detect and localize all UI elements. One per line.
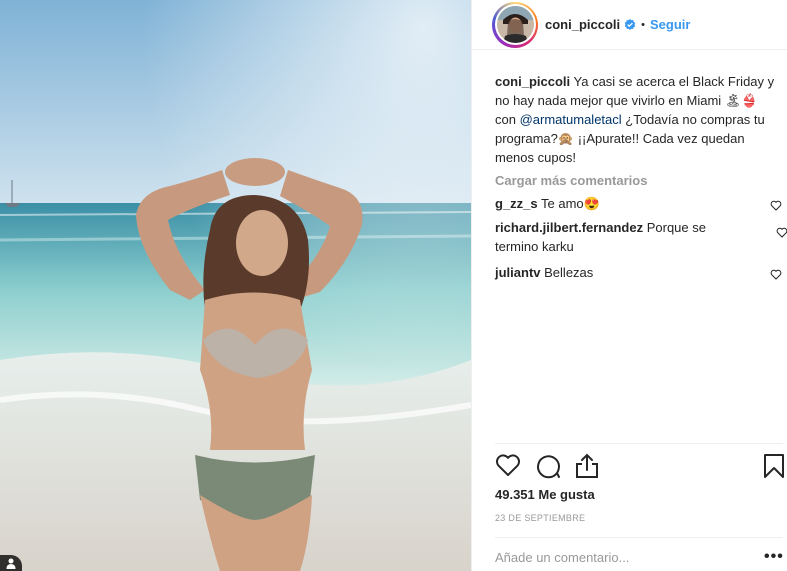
comment-username[interactable]: richard.jilbert.fernandez [495, 220, 643, 235]
comment-like-heart-icon[interactable] [770, 197, 782, 216]
comment-username[interactable]: juliantv [495, 265, 541, 280]
caption-username[interactable]: coni_piccoli [495, 74, 570, 89]
comment-like-heart-icon[interactable] [776, 224, 787, 243]
add-comment-input[interactable] [495, 550, 745, 565]
post-photo[interactable] [0, 0, 471, 571]
like-heart-icon[interactable] [495, 453, 521, 480]
follow-button[interactable]: Seguir [650, 17, 690, 32]
comment-item: juliantv Bellezas [495, 263, 785, 282]
caption-emoji: 🏝👙 [724, 93, 758, 108]
post-caption: coni_piccoli Ya casi se acerca el Black … [495, 72, 780, 167]
divider [495, 443, 783, 444]
caption-emoji: 🙊 [557, 131, 575, 146]
caption-text: con [495, 112, 516, 127]
separator-dot: • [641, 18, 645, 31]
comment-like-heart-icon[interactable] [770, 266, 782, 285]
post-header: coni_piccoli • Seguir [472, 0, 787, 50]
share-icon[interactable] [575, 453, 599, 482]
comment-item: g_zz_s Te amo😍 [495, 194, 785, 213]
likes-count[interactable]: 49.351 Me gusta [495, 487, 595, 502]
post-actions-bar [495, 453, 787, 481]
avatar[interactable] [492, 1, 538, 48]
comments-section: coni_piccoli Ya casi se acerca el Black … [495, 72, 787, 282]
more-options-icon[interactable]: ••• [764, 549, 784, 565]
comment-text: Bellezas [544, 265, 594, 280]
load-more-comments-button[interactable]: Cargar más comentarios [495, 173, 785, 188]
avatar-image [496, 6, 534, 43]
user-tag-icon[interactable] [0, 555, 22, 571]
save-bookmark-icon[interactable] [763, 453, 785, 482]
comment-username[interactable]: g_zz_s [495, 196, 538, 211]
verified-badge-icon [624, 18, 636, 31]
comment-item: richard.jilbert.fernandez Porque se term… [495, 218, 787, 256]
post-date[interactable]: 23 DE SEPTIEMBRE [495, 513, 585, 523]
caption-mention-link[interactable]: @armatumaletacl [520, 112, 622, 127]
post-details-panel: coni_piccoli • Seguir coni_piccoli Ya ca… [471, 0, 787, 571]
comment-text: Te amo😍 [541, 196, 600, 211]
comment-bubble-icon[interactable] [535, 453, 561, 482]
divider [495, 537, 783, 538]
beach-photo-image [0, 0, 471, 571]
header-username[interactable]: coni_piccoli [545, 17, 620, 32]
